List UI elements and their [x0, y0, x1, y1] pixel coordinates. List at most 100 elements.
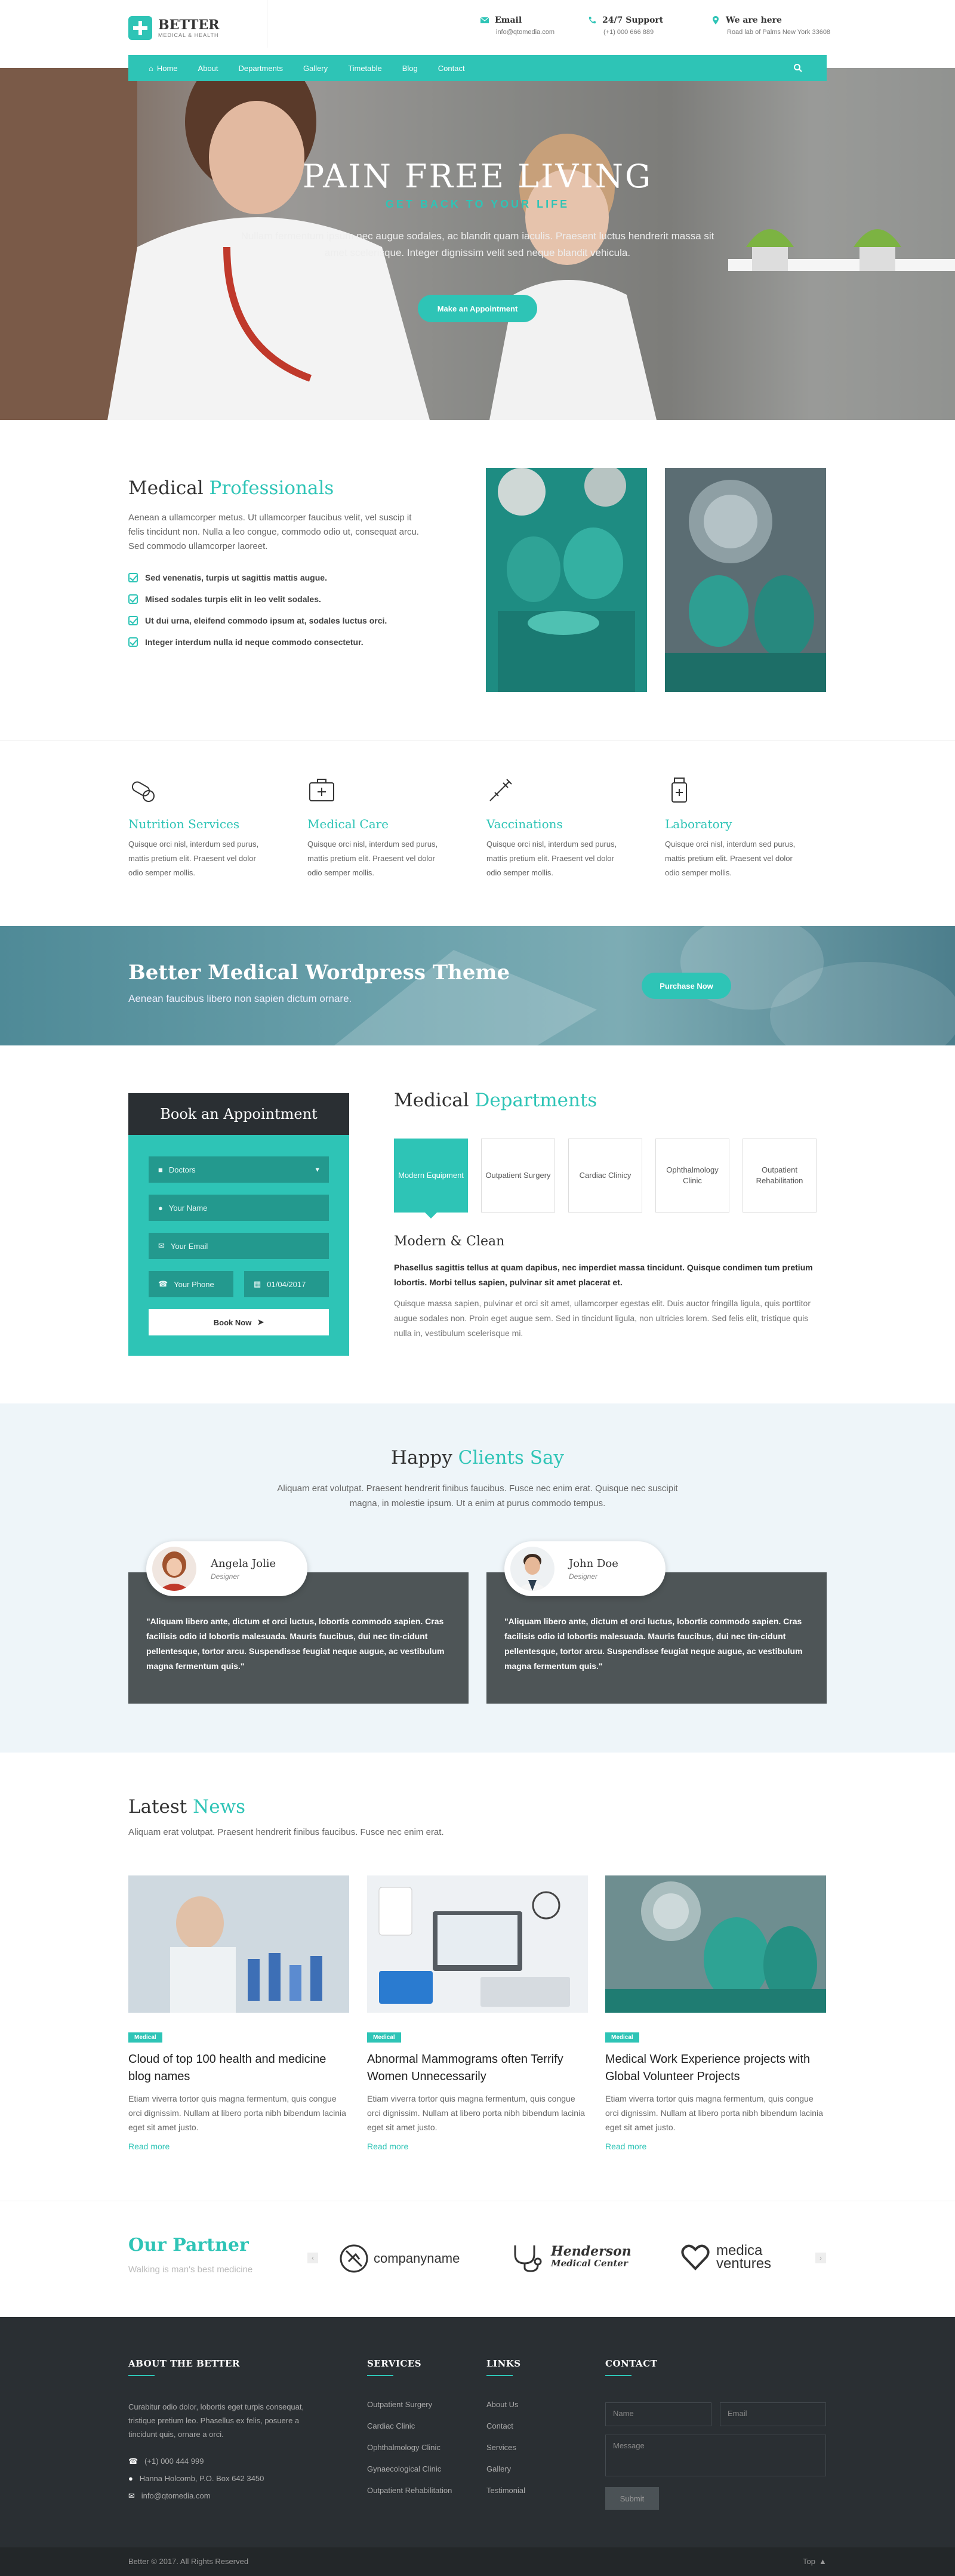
tab-ophthalmology-clinic[interactable]: Ophthalmology Clinic [655, 1139, 729, 1213]
category-badge[interactable]: Medical [367, 2032, 401, 2043]
footer-service-link[interactable]: Cardiac Clinic [367, 2421, 415, 2430]
professionals-text: Aenean a ullamcorper metus. Ut ullamcorp… [128, 513, 419, 551]
nav-about[interactable]: About [198, 64, 218, 73]
book-now-button[interactable]: Book Now ➤ [149, 1309, 329, 1335]
service-medical-care[interactable]: Medical Care Quisque orci nisl, interdum… [307, 776, 451, 880]
news-card[interactable]: Medical Cloud of top 100 health and medi… [128, 1875, 349, 2151]
footer-bottom-bar: Better © 2017. All Rights Reserved Top ▲ [0, 2547, 955, 2576]
service-text: Quisque orci nisl, interdum sed purus, m… [665, 840, 796, 877]
doctor-select[interactable]: ■ Doctors ▾ [149, 1156, 329, 1183]
category-badge[interactable]: Medical [128, 2032, 162, 2043]
envelope-icon [480, 17, 489, 23]
tab-outpatient-rehabilitation[interactable]: Outpatient Rehabilitation [743, 1139, 817, 1213]
submit-button[interactable]: Submit [605, 2487, 659, 2510]
footer-email[interactable]: ✉ info@qtomedia.com [128, 2491, 211, 2501]
read-more-link[interactable]: Read more [367, 2142, 588, 2151]
category-badge[interactable]: Medical [605, 2032, 639, 2043]
service-title: Medical Care [307, 817, 389, 831]
footer-about-text: Curabitur odio dolor, lobortis eget turp… [128, 2402, 304, 2439]
footer-link[interactable]: About Us [486, 2400, 518, 2409]
footer-service-link[interactable]: Outpatient Surgery [367, 2400, 432, 2409]
news-card[interactable]: Medical Medical Work Experience projects… [605, 1875, 826, 2151]
read-more-link[interactable]: Read more [605, 2142, 826, 2151]
footer-service-link[interactable]: Gynaecological Clinic [367, 2464, 441, 2473]
footer-link[interactable]: Gallery [486, 2464, 511, 2473]
phone-icon: ☎ [128, 2457, 138, 2466]
nav-blog[interactable]: Blog [402, 64, 418, 73]
service-title: Laboratory [665, 817, 732, 831]
avatar [510, 1547, 554, 1591]
footer-service-link[interactable]: Ophthalmology Clinic [367, 2443, 440, 2452]
date-field[interactable]: ▦ 01/04/2017 [244, 1271, 329, 1297]
news-card[interactable]: Medical Abnormal Mammograms often Terrif… [367, 1875, 588, 2151]
service-laboratory[interactable]: Laboratory Quisque orci nisl, interdum s… [665, 776, 808, 880]
department-text: Quisque massa sapien, pulvinar et orci s… [394, 1298, 811, 1338]
footer-name-input[interactable]: Name [605, 2402, 711, 2426]
footer-email-input[interactable]: Email [720, 2402, 826, 2426]
heart-icon [681, 2244, 710, 2270]
chevron-left-icon[interactable]: ‹ [307, 2253, 318, 2263]
logo[interactable]: BETTER MEDICAL & HEALTH [128, 13, 219, 43]
header-email: Email info@qtomedia.com [480, 16, 554, 36]
arrow-up-icon: ▲ [818, 2557, 827, 2566]
search-icon[interactable] [793, 63, 803, 73]
copyright: Better © 2017. All Rights Reserved [128, 2557, 249, 2566]
map-pin-icon [713, 16, 719, 24]
service-vaccinations[interactable]: Vaccinations Quisque orci nisl, interdum… [486, 776, 630, 880]
professionals-section: Medical Professionals Aenean a ullamcorp… [128, 477, 427, 653]
stethoscope-icon [514, 2245, 542, 2272]
checkbox-icon [128, 594, 138, 604]
footer-service-link[interactable]: Outpatient Rehabilitation [367, 2486, 452, 2495]
medical-kit-icon [309, 779, 334, 801]
name-field[interactable]: ● Your Name [149, 1195, 329, 1221]
phone-icon [589, 17, 596, 24]
news-title[interactable]: Abnormal Mammograms often Terrify Women … [367, 2051, 588, 2086]
footer-link[interactable]: Testimonial [486, 2486, 525, 2495]
news-title[interactable]: Cloud of top 100 health and medicine blo… [128, 2051, 349, 2086]
send-icon: ➤ [257, 1318, 264, 1326]
footer-message-input[interactable]: Message [605, 2435, 826, 2476]
news-image [605, 1875, 826, 2013]
nav-home[interactable]: ⌂ Home [149, 64, 178, 73]
email-field[interactable]: ✉ Your Email [149, 1233, 329, 1259]
footer-link[interactable]: Contact [486, 2421, 513, 2430]
support-title: 24/7 Support [602, 16, 664, 25]
surgery-photo-1 [486, 468, 647, 692]
support-value[interactable]: (+1) 000 666 889 [588, 29, 663, 36]
user-icon: ● [158, 1203, 163, 1213]
partner-logo-companyname[interactable]: companyname [339, 2244, 460, 2273]
avatar [152, 1547, 196, 1591]
partner-logo-henderson[interactable]: Henderson Medical Center [510, 2242, 631, 2272]
location-value: Road lab of Palms New York 33608 [727, 29, 831, 36]
promo-banner: Better Medical Wordpress Theme Aenean fa… [0, 926, 955, 1045]
make-appointment-button[interactable]: Make an Appointment [418, 295, 537, 322]
nav-gallery[interactable]: Gallery [303, 64, 328, 73]
nav-contact[interactable]: Contact [438, 64, 465, 73]
news-text: Etiam viverra tortor quis magna fermentu… [605, 2094, 823, 2132]
tab-cardiac-clinic[interactable]: Cardiac Clinicy [568, 1139, 642, 1213]
phone-field[interactable]: ☎ Your Phone [149, 1271, 233, 1297]
read-more-link[interactable]: Read more [128, 2142, 349, 2151]
service-nutrition[interactable]: Nutrition Services Quisque orci nisl, in… [128, 776, 272, 880]
hero-subtitle: GET BACK TO YOUR LIFE [385, 198, 570, 210]
purchase-now-button[interactable]: Purchase Now [642, 973, 731, 999]
footer-link[interactable]: Services [486, 2443, 516, 2452]
email-value[interactable]: info@qtomedia.com [480, 29, 554, 36]
nav-timetable[interactable]: Timetable [348, 64, 382, 73]
news-title[interactable]: Medical Work Experience projects with Gl… [605, 2051, 826, 2086]
company-logo-icon [340, 2244, 368, 2273]
tab-outpatient-surgery[interactable]: Outpatient Surgery [481, 1139, 555, 1213]
nav-departments[interactable]: Departments [239, 64, 283, 73]
professionals-title: Medical Professionals [128, 477, 334, 499]
surgery-photo-2 [665, 468, 826, 692]
chevron-down-icon: ▾ [315, 1165, 319, 1174]
partner-logo-medica[interactable]: medica ventures [680, 2242, 771, 2272]
hero-section: PAIN FREE LIVING GET BACK TO YOUR LIFE N… [0, 68, 955, 420]
back-to-top-link[interactable]: Top ▲ [803, 2557, 827, 2566]
tab-modern-equipment[interactable]: Modern Equipment [394, 1139, 468, 1213]
hero-title: PAIN FREE LIVING [302, 158, 653, 195]
partners-title: Our Partner [128, 2235, 249, 2256]
partners-subtitle: Walking is man's best medicine [128, 2265, 253, 2275]
check-item: Mised sodales turpis elit in leo velit s… [128, 588, 427, 610]
chevron-right-icon[interactable]: › [815, 2253, 826, 2263]
